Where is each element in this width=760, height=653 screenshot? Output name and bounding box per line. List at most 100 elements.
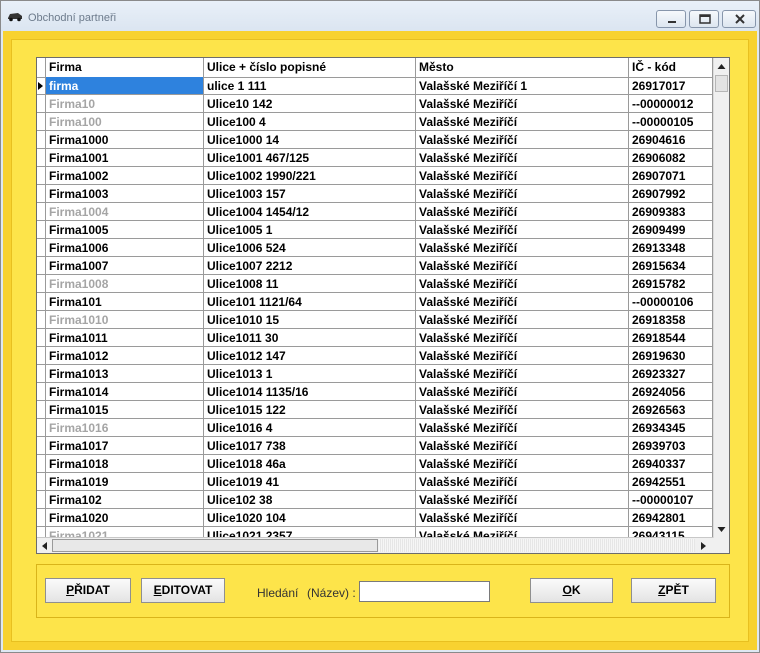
cell-ic[interactable]: 26919630 (629, 347, 713, 365)
table-row[interactable]: Firma1016 Ulice1016 4 Valašské Meziříčí 269… (37, 419, 713, 437)
cell-ulice[interactable]: Ulice1020 104 (204, 509, 416, 527)
table-row[interactable]: firma ulice 1 111 Valašské Meziříčí 1 26917… (37, 77, 713, 95)
cell-ic[interactable]: 26915634 (629, 257, 713, 275)
edit-button[interactable]: EDITOVAT (141, 578, 225, 603)
cell-mesto[interactable]: Valašské Meziříčí (416, 383, 629, 401)
row-indicator[interactable] (37, 401, 46, 419)
cell-mesto[interactable]: Valašské Meziříčí (416, 419, 629, 437)
cell-firma[interactable]: Firma1010 (46, 311, 204, 329)
add-button[interactable]: PŘIDAT (45, 578, 131, 603)
cell-firma[interactable]: Firma1019 (46, 473, 204, 491)
cell-firma[interactable]: Firma1015 (46, 401, 204, 419)
cell-mesto[interactable]: Valašské Meziříčí (416, 329, 629, 347)
cell-ulice[interactable]: Ulice10 142 (204, 95, 416, 113)
cell-ulice[interactable]: Ulice1018 46a (204, 455, 416, 473)
table-row[interactable]: Firma1004 Ulice1004 1454/12 Valašské Meziř… (37, 203, 713, 221)
cell-mesto[interactable]: Valašské Meziříčí (416, 275, 629, 293)
cell-firma[interactable]: Firma1002 (46, 167, 204, 185)
cell-firma[interactable]: Firma1007 (46, 257, 204, 275)
table-row[interactable]: Firma1011 Ulice1011 30 Valašské Meziříčí 26… (37, 329, 713, 347)
column-header-firma[interactable]: Firma (46, 58, 204, 77)
cell-firma[interactable]: Firma1014 (46, 383, 204, 401)
cell-mesto[interactable]: Valašské Meziříčí (416, 221, 629, 239)
table-row[interactable]: Firma1019 Ulice1019 41 Valašské Meziříčí 26… (37, 473, 713, 491)
cell-firma[interactable]: Firma1008 (46, 275, 204, 293)
search-input[interactable] (359, 581, 490, 602)
table-row[interactable]: Firma1010 Ulice1010 15 Valašské Meziříčí 26… (37, 311, 713, 329)
cell-ulice[interactable]: Ulice1002 1990/221 (204, 167, 416, 185)
row-indicator[interactable] (37, 275, 46, 293)
table-row[interactable]: Firma1001 Ulice1001 467/125 Valašské Meziř… (37, 149, 713, 167)
cell-mesto[interactable]: Valašské Meziříčí (416, 167, 629, 185)
row-indicator[interactable] (37, 437, 46, 455)
column-header-mesto[interactable]: Město (416, 58, 629, 77)
row-indicator[interactable] (37, 491, 46, 509)
table-row[interactable]: Firma1000 Ulice1000 14 Valašské Meziříčí 26… (37, 131, 713, 149)
table-row[interactable]: Firma1003 Ulice1003 157 Valašské Meziříčí 2… (37, 185, 713, 203)
cell-ic[interactable]: --00000012 (629, 95, 713, 113)
cell-ulice[interactable]: Ulice1013 1 (204, 365, 416, 383)
horizontal-scroll-thumb[interactable] (52, 539, 378, 552)
row-indicator[interactable] (37, 131, 46, 149)
table-row[interactable]: Firma1002 Ulice1002 1990/221 Valašské Mezi… (37, 167, 713, 185)
column-header-ic[interactable]: IČ - kód (629, 58, 713, 77)
cell-firma[interactable]: Firma10 (46, 95, 204, 113)
cell-ulice[interactable]: Ulice1008 11 (204, 275, 416, 293)
arrow-right-icon[interactable] (697, 539, 709, 553)
column-header-ulice[interactable]: Ulice + číslo popisné (204, 58, 416, 77)
cell-firma[interactable]: Firma1017 (46, 437, 204, 455)
cell-ic[interactable]: 26918544 (629, 329, 713, 347)
table-row[interactable]: Firma102 Ulice102 38 Valašské Meziříčí --00… (37, 491, 713, 509)
cell-ic[interactable]: 26917017 (629, 77, 713, 95)
row-indicator[interactable] (37, 185, 46, 203)
cell-firma[interactable]: Firma1003 (46, 185, 204, 203)
horizontal-scroll-track[interactable] (379, 539, 695, 552)
table-row[interactable]: Firma1007 Ulice1007 2212 Valašské Meziříčí… (37, 257, 713, 275)
row-indicator[interactable] (37, 347, 46, 365)
cell-ic[interactable]: 26934345 (629, 419, 713, 437)
cell-ulice[interactable]: Ulice1011 30 (204, 329, 416, 347)
cell-ulice[interactable]: Ulice1010 15 (204, 311, 416, 329)
cell-ulice[interactable]: Ulice102 38 (204, 491, 416, 509)
row-indicator[interactable] (37, 365, 46, 383)
cell-mesto[interactable]: Valašské Meziříčí (416, 185, 629, 203)
row-indicator[interactable] (37, 509, 46, 527)
cell-ulice[interactable]: Ulice1015 122 (204, 401, 416, 419)
cell-mesto[interactable]: Valašské Meziříčí 1 (416, 77, 629, 95)
cell-firma[interactable]: Firma1013 (46, 365, 204, 383)
cell-firma[interactable]: Firma1016 (46, 419, 204, 437)
cell-ulice[interactable]: Ulice1003 157 (204, 185, 416, 203)
cell-ic[interactable]: 26909499 (629, 221, 713, 239)
row-indicator[interactable] (37, 167, 46, 185)
cell-firma[interactable]: Firma1020 (46, 509, 204, 527)
cell-firma[interactable]: Firma1005 (46, 221, 204, 239)
table-row[interactable]: Firma1017 Ulice1017 738 Valašské Meziříčí 2… (37, 437, 713, 455)
table-row[interactable]: Firma1018 Ulice1018 46a Valašské Meziříčí 2… (37, 455, 713, 473)
cell-firma[interactable]: Firma101 (46, 293, 204, 311)
cell-ulice[interactable]: Ulice1016 4 (204, 419, 416, 437)
table-row[interactable]: Firma1008 Ulice1008 11 Valašské Meziříčí 26… (37, 275, 713, 293)
cell-ulice[interactable]: Ulice1006 524 (204, 239, 416, 257)
cell-ulice[interactable]: Ulice1012 147 (204, 347, 416, 365)
table-row[interactable]: Firma101 Ulice101 1121/64 Valašské Meziříč… (37, 293, 713, 311)
maximize-button[interactable] (689, 10, 719, 28)
row-indicator[interactable] (37, 329, 46, 347)
cell-firma[interactable]: Firma1000 (46, 131, 204, 149)
cell-ic[interactable]: 26907071 (629, 167, 713, 185)
cell-mesto[interactable]: Valašské Meziříčí (416, 437, 629, 455)
cell-ic[interactable]: --00000105 (629, 113, 713, 131)
row-indicator[interactable] (37, 149, 46, 167)
cell-ulice[interactable]: Ulice1001 467/125 (204, 149, 416, 167)
cell-mesto[interactable]: Valašské Meziříčí (416, 131, 629, 149)
cell-ulice[interactable]: ulice 1 111 (204, 77, 416, 95)
scroll-up-button[interactable] (714, 59, 729, 75)
cell-firma[interactable]: Firma1011 (46, 329, 204, 347)
row-indicator[interactable] (37, 257, 46, 275)
row-indicator[interactable] (37, 473, 46, 491)
row-indicator[interactable] (37, 77, 46, 95)
row-indicator[interactable] (37, 113, 46, 131)
cell-firma[interactable]: Firma1012 (46, 347, 204, 365)
table-row[interactable]: Firma1012 Ulice1012 147 Valašské Meziříčí 2… (37, 347, 713, 365)
title-bar[interactable]: Obchodní partneři (1, 1, 759, 31)
cell-ulice[interactable]: Ulice100 4 (204, 113, 416, 131)
